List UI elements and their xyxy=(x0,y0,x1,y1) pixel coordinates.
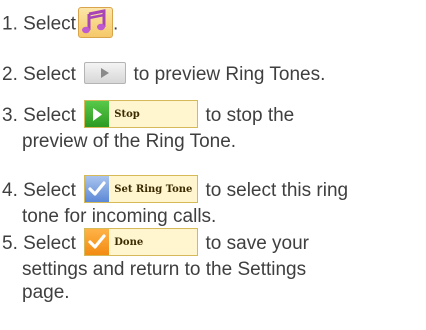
step-1-before-text: Select xyxy=(23,13,76,35)
play-icon xyxy=(101,67,110,78)
step-5-continuation-2: page. xyxy=(22,282,70,303)
checkmark-icon xyxy=(85,176,110,202)
stop-button-label: Stop xyxy=(114,108,140,120)
step-4: 4. Select Set Ring Tone to select this r… xyxy=(2,175,349,228)
music-notes-icon[interactable] xyxy=(77,7,113,38)
done-button[interactable]: Done xyxy=(84,228,199,256)
step-1: 1. Select . xyxy=(2,7,119,40)
step-4-continuation: tone for incoming calls. xyxy=(22,206,217,227)
play-icon xyxy=(85,101,110,127)
preview-play-button[interactable] xyxy=(84,61,127,84)
step-3-after-text: to stop the xyxy=(205,105,295,127)
step-5-before-text: Select xyxy=(23,233,76,255)
stop-button[interactable]: Stop xyxy=(84,100,199,128)
checkmark-icon xyxy=(85,229,110,255)
step-3-before-text: Select xyxy=(23,105,76,127)
set-ring-tone-button-label: Set Ring Tone xyxy=(114,183,193,195)
step-3-number: 3. xyxy=(2,105,18,127)
step-4-before-text: Select xyxy=(23,180,76,202)
step-2: 2. Select to preview Ring Tones. xyxy=(2,61,326,86)
set-ring-tone-button[interactable]: Set Ring Tone xyxy=(84,175,199,203)
step-2-before-text: Select xyxy=(23,64,76,85)
step-4-number: 4. xyxy=(2,180,18,202)
step-5-continuation: settings and return to the Settings xyxy=(22,259,307,280)
step-5-number: 5. xyxy=(2,233,18,255)
step-5: 5. Select Done to save your settings and… xyxy=(2,228,310,304)
step-2-number: 2. xyxy=(2,64,18,85)
done-button-label: Done xyxy=(114,236,144,248)
step-1-number: 1. xyxy=(2,13,18,35)
step-3-continuation: preview of the Ring Tone. xyxy=(22,131,237,152)
step-2-after-text: to preview Ring Tones. xyxy=(133,64,326,85)
step-4-after-text: to select this ring xyxy=(205,180,349,202)
step-1-after-text: . xyxy=(112,13,119,35)
step-3: 3. Select Stop to stop the preview of th… xyxy=(2,100,295,153)
step-5-after-text: to save your xyxy=(205,233,310,255)
